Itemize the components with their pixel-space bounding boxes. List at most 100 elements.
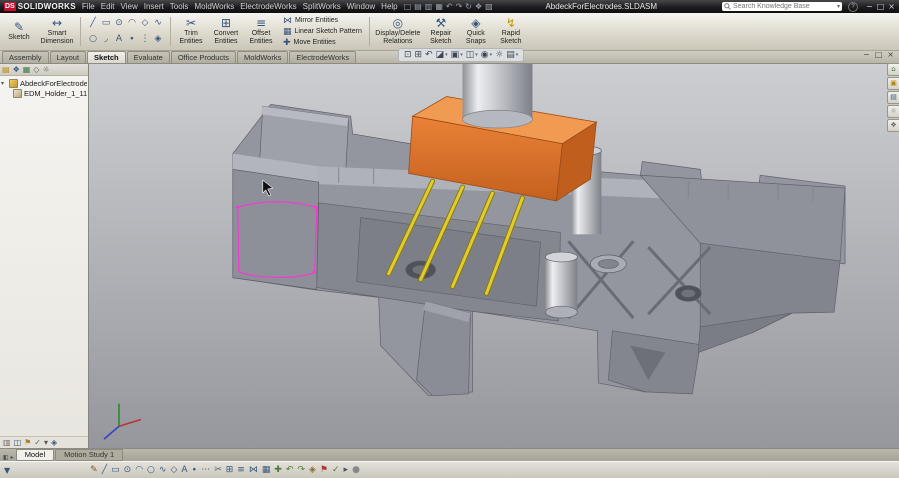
menu-view[interactable]: View xyxy=(121,2,138,11)
maximize-button[interactable]: □ xyxy=(877,2,885,11)
menu-insert[interactable]: Insert xyxy=(144,2,164,11)
undo-icon[interactable]: ↶ xyxy=(446,2,453,11)
undo-tool-icon[interactable]: ↶ xyxy=(286,463,294,477)
polygon-icon[interactable]: ◇ xyxy=(139,16,151,31)
display-manager-icon[interactable]: ☼ xyxy=(42,65,49,75)
tab-motion-study-1[interactable]: Motion Study 1 xyxy=(55,449,123,461)
previous-view-icon[interactable]: ↶ xyxy=(425,49,433,61)
solidworks-resources-icon[interactable]: ⌂ xyxy=(887,63,899,76)
line-tool-icon[interactable]: ╱ xyxy=(102,463,107,477)
rectangle-tool-icon[interactable]: ▭ xyxy=(111,463,120,477)
dot-tool-icon[interactable]: ● xyxy=(352,463,360,477)
move-entities-button[interactable]: ✚ Move Entities xyxy=(283,38,362,48)
feature-tree-icon[interactable]: ▤ xyxy=(2,65,10,75)
linear-sketch-pattern-button[interactable]: ▦ Linear Sketch Pattern xyxy=(283,27,362,37)
show-hide-tree-icon[interactable]: ✓ xyxy=(34,438,41,448)
open-file-icon[interactable]: ▤ xyxy=(414,2,422,11)
tab-office-products[interactable]: Office Products xyxy=(171,51,236,63)
menu-help[interactable]: Help xyxy=(381,2,397,11)
tree-options-icon[interactable]: ▾ xyxy=(44,438,48,448)
line-icon[interactable]: ╱ xyxy=(87,16,99,31)
zoom-area-icon[interactable]: ⊞ xyxy=(415,49,423,61)
tab-sketch[interactable]: Sketch xyxy=(87,51,126,63)
dropdown-caret-icon[interactable]: ▾ xyxy=(490,49,493,61)
tab-scroll-icon[interactable]: ▸ xyxy=(10,454,15,461)
apply-scene-icon[interactable]: ▤ xyxy=(506,49,515,61)
trim-tool-icon[interactable]: ✂ xyxy=(214,463,222,477)
menu-moldworks[interactable]: MoldWorks xyxy=(194,2,234,11)
configuration-manager-icon[interactable]: ▦ xyxy=(23,65,31,75)
dropdown-caret-icon[interactable]: ▾ xyxy=(516,49,519,61)
tab-model[interactable]: Model xyxy=(16,449,54,461)
offset-entities-button[interactable]: ≡ Offset Entities xyxy=(244,14,278,49)
hide-show-items-icon[interactable]: ◉ xyxy=(481,49,489,61)
search-input[interactable] xyxy=(733,3,835,11)
zoom-fit-icon[interactable]: ⊡ xyxy=(404,49,412,61)
point-icon[interactable]: ∙ xyxy=(126,32,138,47)
flyout-tree-icon[interactable]: ◫ xyxy=(14,438,22,448)
repair-sketch-button[interactable]: ⚒ Repair Sketch xyxy=(424,14,458,49)
mirror-entities-button[interactable]: ⋈ Mirror Entities xyxy=(283,16,362,26)
snap-grid-icon[interactable]: ◈ xyxy=(152,32,164,47)
sketch-tool-icon[interactable]: ✎ xyxy=(90,463,98,477)
tree-item-component[interactable]: EDM_Holder_1_11-1 xyxy=(13,88,87,98)
menu-file[interactable]: File xyxy=(82,2,95,11)
edit-appearance-icon[interactable]: ☼ xyxy=(495,49,503,61)
redo-tool-icon[interactable]: ↷ xyxy=(297,463,305,477)
text-icon[interactable]: A xyxy=(113,32,125,47)
display-style-icon[interactable]: ◫ xyxy=(466,49,475,61)
view-orientation-icon[interactable]: ▣ xyxy=(451,49,460,61)
close-button[interactable]: × xyxy=(888,2,895,11)
tree-item-assembly-root[interactable]: ▾ AbdeckForElectrodes xyxy=(1,78,87,88)
selection-filter-icon[interactable]: ▼ xyxy=(4,466,10,475)
quick-snaps-button[interactable]: ◈ Quick Snaps xyxy=(459,14,493,49)
tab-layout[interactable]: Layout xyxy=(50,51,87,63)
flag-tool-icon[interactable]: ⚑ xyxy=(320,463,328,477)
smart-dimension-button[interactable]: ↔ Smart Dimension xyxy=(37,14,77,49)
point-tool-icon[interactable]: ∙ xyxy=(192,463,198,477)
pattern-tool-icon[interactable]: ▦ xyxy=(262,463,271,477)
section-view-icon[interactable]: ◪ xyxy=(436,49,445,61)
dimxpert-icon[interactable]: ◇ xyxy=(33,65,39,75)
menu-splitworks[interactable]: SplitWorks xyxy=(303,2,341,11)
spline-tool-icon[interactable]: ∿ xyxy=(159,463,167,477)
arc-icon[interactable]: ◠ xyxy=(126,16,138,31)
check-tool-icon[interactable]: ✓ xyxy=(332,463,340,477)
rebuild-icon[interactable]: ↻ xyxy=(465,2,472,11)
mirror-tool-icon[interactable]: ⋈ xyxy=(249,463,258,477)
file-explorer-icon[interactable]: ▤ xyxy=(887,91,899,104)
circle-icon[interactable]: ⊙ xyxy=(113,16,125,31)
polygon-tool-icon[interactable]: ◇ xyxy=(170,463,177,477)
dropdown-caret-icon[interactable]: ▾ xyxy=(475,49,478,61)
menu-window[interactable]: Window xyxy=(347,2,375,11)
filter-flag-icon[interactable]: ⚑ xyxy=(24,438,31,448)
circle-tool-icon[interactable]: ⊙ xyxy=(124,463,132,477)
design-library-icon[interactable]: ▣ xyxy=(887,77,899,90)
move-tool-icon[interactable]: ✚ xyxy=(274,463,282,477)
snap-tool-icon[interactable]: ◈ xyxy=(309,463,316,477)
sketch-button[interactable]: ✎ Sketch xyxy=(2,14,36,49)
print-icon[interactable]: ▦ xyxy=(435,2,443,11)
trim-entities-button[interactable]: ✂ Trim Entities xyxy=(174,14,208,49)
expand-arrow-icon[interactable]: ▾ xyxy=(1,80,7,87)
doc-restore-button[interactable]: □ xyxy=(875,50,883,59)
new-file-icon[interactable]: □ xyxy=(404,2,412,11)
file-properties-icon[interactable]: ▧ xyxy=(485,2,493,11)
spline-icon[interactable]: ∿ xyxy=(152,16,164,31)
machine-spindle-cylinder[interactable] xyxy=(463,64,533,128)
search-caret-icon[interactable]: ▾ xyxy=(837,2,840,11)
help-icon[interactable]: ? xyxy=(848,2,858,12)
tab-evaluate[interactable]: Evaluate xyxy=(127,51,170,63)
custom-properties-icon[interactable]: ❖ xyxy=(887,119,899,132)
tab-electrodeworks[interactable]: ElectrodeWorks xyxy=(289,51,356,63)
display-delete-relations-button[interactable]: ◎ Display/Delete Relations xyxy=(373,14,423,49)
rapid-sketch-button[interactable]: ↯ Rapid Sketch xyxy=(494,14,528,49)
save-icon[interactable]: ▥ xyxy=(425,2,433,11)
tab-moldworks[interactable]: MoldWorks xyxy=(237,51,288,63)
pin-icon[interactable]: ◈ xyxy=(51,438,57,448)
minimize-button[interactable]: − xyxy=(866,2,873,11)
arc-tool-icon[interactable]: ◠ xyxy=(135,463,143,477)
graphics-area[interactable] xyxy=(89,64,899,448)
appearances-icon[interactable]: ☼ xyxy=(887,105,899,118)
dropdown-caret-icon[interactable]: ▾ xyxy=(460,49,463,61)
